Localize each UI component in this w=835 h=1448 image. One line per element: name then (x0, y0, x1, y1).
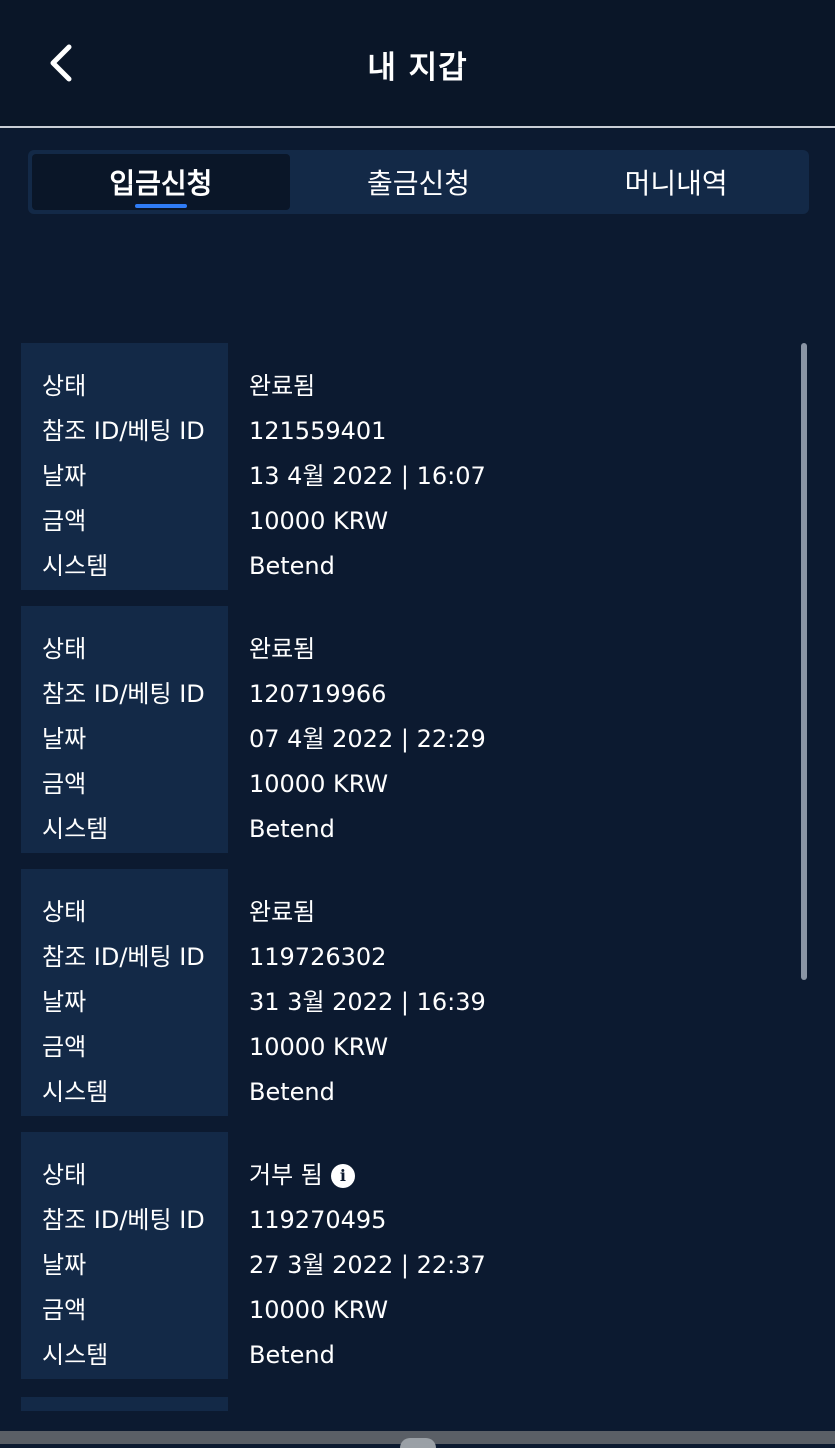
date-row: 날짜 27 3월 2022 | 22:37 (21, 1243, 791, 1288)
tab-label: 입금신청 (109, 167, 213, 200)
ref-id-value: 119726302 (249, 943, 387, 971)
page-title: 내 지갑 (367, 50, 468, 86)
ref-id-row: 참조 ID/베팅 ID 121559401 (21, 409, 791, 454)
date-value: 27 3월 2022 | 22:37 (249, 1251, 486, 1279)
ref-id-row: 참조 ID/베팅 ID 119270495 (21, 1198, 791, 1243)
amount-value: 10000 KRW (249, 1033, 389, 1061)
status-row: 상태 완료됨 (21, 890, 791, 935)
status-value: 완료됨 (249, 635, 316, 663)
status-label: 상태 (42, 635, 87, 663)
status-row: 상태 완료됨 (21, 627, 791, 672)
status-label: 상태 (42, 1161, 87, 1189)
tab-money-history[interactable]: 머니내역 (547, 154, 805, 210)
ref-id-row: 참조 ID/베팅 ID 119726302 (21, 935, 791, 980)
date-value: 13 4월 2022 | 16:07 (249, 462, 486, 490)
date-label: 날짜 (42, 725, 87, 753)
tab-label: 출금신청 (366, 167, 471, 200)
transaction-list: 상태 완료됨 참조 ID/베팅 ID 121559401 날짜 13 4월 20… (21, 343, 791, 1395)
amount-row: 금액 10000 KRW (21, 762, 791, 807)
system-row: 시스템 Betend (21, 544, 791, 589)
amount-value: 10000 KRW (249, 770, 389, 798)
status-row: 상태 거부 됨 i (21, 1153, 791, 1198)
ref-id-label: 참조 ID/베팅 ID (42, 417, 205, 445)
scrollbar[interactable] (801, 343, 807, 980)
system-value: Betend (249, 815, 335, 843)
system-value: Betend (249, 552, 335, 580)
ref-id-row: 참조 ID/베팅 ID 120719966 (21, 672, 791, 717)
amount-row: 금액 10000 KRW (21, 1025, 791, 1070)
status-label: 상태 (42, 898, 87, 926)
amount-row: 금액 10000 KRW (21, 499, 791, 544)
transaction-card: 상태 완료됨 참조 ID/베팅 ID 119726302 날짜 31 3월 20… (21, 869, 791, 1116)
transaction-card: 상태 완료됨 참조 ID/베팅 ID 121559401 날짜 13 4월 20… (21, 343, 791, 590)
system-row: 시스템 Betend (21, 1070, 791, 1115)
transaction-card-partial (21, 1397, 228, 1411)
status-value: 완료됨 (249, 372, 316, 400)
tab-label: 머니내역 (624, 167, 728, 200)
ref-id-value: 119270495 (249, 1206, 387, 1234)
tab-withdraw-request[interactable]: 출금신청 (290, 154, 548, 210)
system-row: 시스템 Betend (21, 1333, 791, 1378)
ref-id-label: 참조 ID/베팅 ID (42, 1206, 205, 1234)
status-value: 거부 됨 (249, 1161, 323, 1189)
transaction-card: 상태 완료됨 참조 ID/베팅 ID 120719966 날짜 07 4월 20… (21, 606, 791, 853)
date-value: 07 4월 2022 | 22:29 (249, 725, 486, 753)
tab-deposit-request[interactable]: 입금신청 (32, 154, 290, 210)
date-label: 날짜 (42, 462, 87, 490)
system-label: 시스템 (42, 1078, 109, 1106)
info-icon[interactable]: i (330, 1163, 355, 1188)
status-row: 상태 완료됨 (21, 364, 791, 409)
amount-value: 10000 KRW (249, 507, 389, 535)
transaction-card: 상태 거부 됨 i 참조 ID/베팅 ID 119270495 날짜 27 3월… (21, 1132, 791, 1379)
ref-id-value: 120719966 (249, 680, 387, 708)
app-header: 내 지갑 (0, 0, 835, 128)
date-label: 날짜 (42, 1251, 87, 1279)
date-value: 31 3월 2022 | 16:39 (249, 988, 486, 1016)
ref-id-label: 참조 ID/베팅 ID (42, 943, 205, 971)
status-label: 상태 (42, 372, 87, 400)
amount-label: 금액 (42, 1296, 87, 1324)
system-label: 시스템 (42, 815, 109, 843)
active-tab-indicator (134, 204, 187, 208)
amount-label: 금액 (42, 1033, 87, 1061)
amount-label: 금액 (42, 770, 87, 798)
amount-value: 10000 KRW (249, 1296, 389, 1324)
system-value: Betend (249, 1078, 335, 1106)
system-label: 시스템 (42, 552, 109, 580)
date-row: 날짜 13 4월 2022 | 16:07 (21, 454, 791, 499)
date-row: 날짜 07 4월 2022 | 22:29 (21, 717, 791, 762)
date-row: 날짜 31 3월 2022 | 16:39 (21, 980, 791, 1025)
ref-id-value: 121559401 (249, 417, 387, 445)
ref-id-label: 참조 ID/베팅 ID (42, 680, 205, 708)
status-value: 완료됨 (249, 898, 316, 926)
wallet-tabs: 입금신청 출금신청 머니내역 (28, 150, 809, 214)
system-row: 시스템 Betend (21, 807, 791, 852)
status-value-wrap: 거부 됨 i (249, 1153, 355, 1198)
system-value: Betend (249, 1341, 335, 1369)
amount-label: 금액 (42, 507, 87, 535)
system-label: 시스템 (42, 1341, 109, 1369)
date-label: 날짜 (42, 988, 87, 1016)
amount-row: 금액 10000 KRW (21, 1288, 791, 1333)
nav-handle[interactable] (400, 1438, 436, 1448)
